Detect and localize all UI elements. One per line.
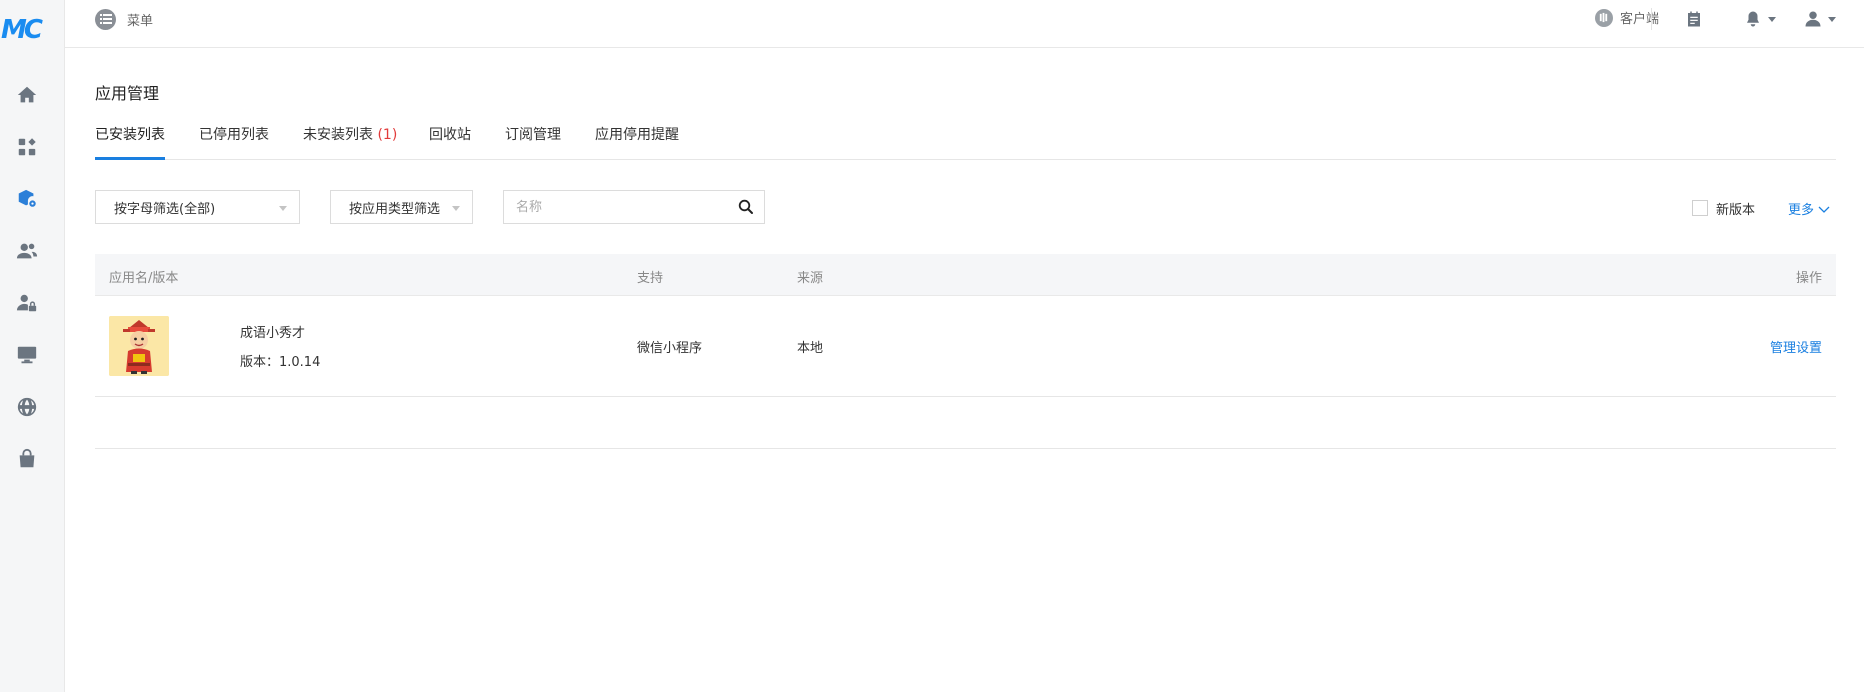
shopping-bag-icon [19,448,35,468]
apps-grid-icon [18,138,36,156]
type-filter-select[interactable]: 按应用类型筛选 [330,190,473,224]
chevron-down-icon [279,206,287,211]
tab-label: 已安装列表 [95,127,165,143]
client-button[interactable]: 客户端 [1594,8,1659,27]
app-name: 成语小秀才 [240,326,306,341]
chevron-down-icon [1828,16,1836,22]
client-label: 客户端 [1619,12,1659,27]
column-header-source: 来源 [797,271,824,286]
app-thumbnail [109,316,169,376]
menu-list-icon [95,8,116,30]
home-icon [17,86,37,103]
search-input[interactable] [504,191,724,223]
app-source: 本地 [797,341,824,356]
chevron-down-icon [1818,206,1830,213]
menu-button[interactable]: 菜单 [95,8,153,30]
app-settings-icon [18,189,36,207]
type-filter-value: 按应用类型筛选 [349,201,441,217]
more-label: 更多 [1788,203,1815,218]
tab-not-installed[interactable]: 未安装列表 (1) [303,124,397,160]
column-header-name: 应用名/版本 [109,271,179,286]
tab-disabled[interactable]: 已停用列表 [199,124,269,160]
tab-count-badge: (1) [377,127,398,143]
chevron-down-icon [452,206,460,211]
sidebar-item-app-settings[interactable] [14,186,40,212]
sidebar-item-user-permissions[interactable] [14,290,40,316]
sidebar-item-users[interactable] [14,238,40,264]
sidebar-item-globe[interactable] [14,394,40,420]
letter-filter-select[interactable]: 按字母筛选(全部) [95,190,300,224]
calendar-icon [1688,11,1700,27]
menu-label: 菜单 [127,13,154,29]
tab-subscriptions[interactable]: 订阅管理 [505,124,561,160]
page-title: 应用管理 [95,84,160,103]
tab-installed[interactable]: 已安装列表 [95,124,165,160]
search-icon[interactable] [738,199,754,215]
top-bar: 菜单 客户端 [65,0,1864,48]
monitor-icon [17,346,37,364]
tab-disable-reminders[interactable]: 应用停用提醒 [595,124,679,160]
column-header-actions: 操作 [1795,271,1822,286]
users-icon [16,243,38,259]
sidebar-item-monitor[interactable] [14,342,40,368]
sidebar-item-apps[interactable] [14,134,40,160]
tab-recycle-bin[interactable]: 回收站 [429,124,471,160]
table-empty-row [95,397,1836,449]
letter-filter-value: 按字母筛选(全部) [114,201,216,217]
chevron-down-icon [1768,16,1776,22]
new-version-checkbox[interactable] [1692,200,1708,216]
topbar-divider [1651,8,1652,30]
table-row: 成语小秀才 版本：1.0.14 微信小程序 本地 管理设置 [95,296,1836,397]
tab-bar: 已安装列表 已停用列表 未安装列表 (1) 回收站 订阅管理 应用停用提醒 [95,124,1836,160]
table-header: 应用名/版本 支持 来源 操作 [95,254,1836,296]
tab-label: 未安装列表 [303,127,373,143]
app-version: 版本：1.0.14 [240,355,321,370]
app-support: 微信小程序 [637,341,703,356]
user-icon [1805,11,1821,27]
tab-label: 回收站 [429,127,471,143]
bell-icon [1747,11,1759,27]
new-version-label: 新版本 [1716,203,1756,218]
sidebar-item-home[interactable] [14,82,40,108]
tab-label: 订阅管理 [505,127,561,143]
column-header-support: 支持 [637,271,664,286]
more-filters-link[interactable]: 更多 [1788,199,1830,218]
user-lock-icon [16,294,37,312]
client-icon [1594,8,1613,27]
notifications-button[interactable] [1744,8,1776,30]
sidebar-item-store[interactable] [14,446,40,472]
user-menu-button[interactable] [1804,8,1836,30]
calendar-button[interactable] [1685,8,1703,30]
tab-label: 应用停用提醒 [595,127,679,143]
globe-icon [17,397,37,417]
logo[interactable]: MC [0,12,52,48]
logo-text: MC [1,15,43,45]
tab-label: 已停用列表 [199,127,269,143]
app-mascot-image [109,316,169,376]
manage-settings-link[interactable]: 管理设置 [1770,337,1822,356]
app-root: MC 菜单 客户端 应用管理 已安装列表 已停用列表 未安装列表 (1) 回收站… [0,0,1864,692]
left-sidebar: MC [0,0,65,692]
apps-table: 应用名/版本 支持 来源 操作 成语小秀才 版本：1.0.14 微信小程序 本地… [95,254,1836,449]
search-box [503,190,765,224]
